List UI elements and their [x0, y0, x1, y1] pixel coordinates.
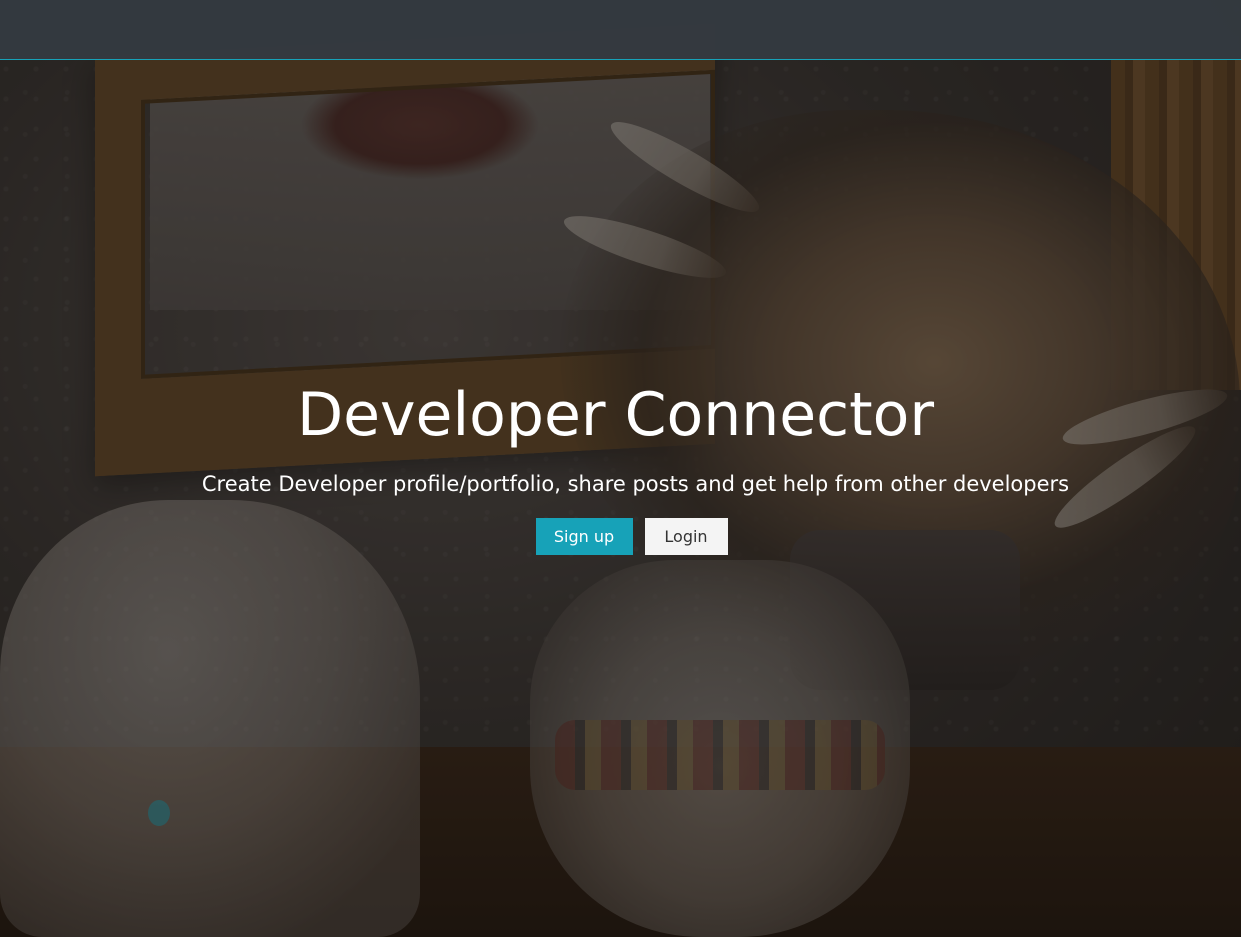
page-title: Developer Connector [296, 380, 935, 450]
landing-page: Developer Connector Create Developer pro… [0, 0, 1241, 937]
signup-button[interactable]: Sign up [535, 518, 633, 555]
top-navbar [0, 0, 1241, 60]
auth-actions: Sign up Login [11, 518, 1241, 555]
login-button[interactable]: Login [644, 518, 728, 555]
page-lead-text: Create Developer profile/portfolio, shar… [201, 472, 1070, 496]
landing-hero: Developer Connector Create Developer pro… [0, 372, 1241, 555]
